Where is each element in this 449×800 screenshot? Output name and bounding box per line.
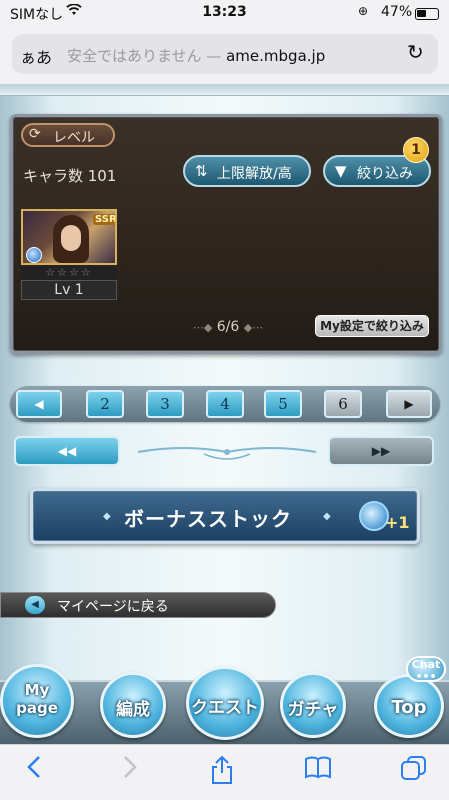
next-page-button[interactable]: ▶ [386, 390, 432, 418]
back-arrow-icon: ◀ [25, 596, 45, 614]
back-to-mypage-label: マイページに戻る [57, 599, 169, 615]
page-6-button[interactable]: 6 [324, 390, 362, 418]
limit-break-sort-button[interactable]: ⇅ 上限解放/高 [183, 155, 311, 187]
page-indicator: ⋯◆ 6/6 ◆⋯ [163, 319, 293, 335]
bonus-count: +1 [385, 513, 410, 532]
status-bar: SIMなし 13:23 ⊕ 47% [0, 0, 449, 26]
nav-top-label: Top [391, 697, 427, 718]
nav-mypage-button[interactable]: My page [0, 664, 74, 738]
game-viewport: ⟳ レベル キャラ数 101 ⇅ 上限解放/高 ▼ 絞り込み 1 SSR ☆☆☆… [0, 84, 449, 744]
uncap-stars: ☆☆☆☆ [21, 266, 117, 280]
nav-mypage-label-2: page [16, 699, 58, 717]
url-domain: ame.mbga.jp [226, 47, 326, 65]
limit-break-label: 上限解放/高 [217, 166, 292, 182]
element-icon [26, 247, 42, 263]
back-icon[interactable] [26, 755, 42, 785]
nav-quest-label: クエスト [191, 698, 259, 718]
first-page-button[interactable]: ◀◀ [14, 436, 120, 466]
battery-percent: 47% [381, 4, 413, 20]
game-nav: My page 編成 クエスト ガチャ Top Chat ••• [0, 654, 449, 744]
character-level: Lv 1 [21, 280, 117, 300]
ornament-right-icon: ◆⋯ [243, 321, 264, 334]
url-text: 安全ではありません — ame.mbga.jp [67, 45, 325, 66]
address-bar[interactable]: ぁあ 安全ではありません — ame.mbga.jp ↻ [12, 34, 438, 74]
chat-dots-icon: ••• [415, 670, 437, 683]
ornament-divider-icon [137, 447, 317, 460]
funnel-icon: ▼ [335, 162, 347, 180]
nav-top-button[interactable]: Top [374, 674, 444, 738]
my-settings-filter-button[interactable]: My設定で絞り込み [315, 315, 429, 337]
page-5-button[interactable]: 5 [264, 390, 302, 418]
bookmarks-icon[interactable] [304, 755, 332, 785]
reader-settings-button[interactable]: ぁあ [20, 44, 52, 68]
top-frame [0, 84, 449, 96]
bonus-stock-button[interactable]: ◆ ボーナスストック ◆ +1 [30, 488, 420, 544]
sort-arrows-icon: ⇅ [195, 162, 208, 180]
rotation-lock-icon: ⊕ [358, 4, 369, 18]
page-4-button[interactable]: 4 [206, 390, 244, 418]
browser-toolbar [0, 744, 449, 800]
filter-label: 絞り込み [357, 166, 413, 182]
diamond-right-icon: ◆ [323, 511, 331, 522]
nav-gacha-label: ガチャ [287, 700, 339, 720]
not-secure-warning: 安全ではありません — [67, 47, 222, 65]
nav-quest-button[interactable]: クエスト [186, 666, 264, 740]
nav-gacha-button[interactable]: ガチャ [280, 672, 346, 738]
chat-button[interactable]: Chat ••• [406, 656, 446, 683]
nav-mypage-label-1: My [24, 681, 50, 699]
nav-party-label: 編成 [116, 700, 150, 720]
character-list-panel: ⟳ レベル キャラ数 101 ⇅ 上限解放/高 ▼ 絞り込み 1 SSR ☆☆☆… [10, 114, 442, 354]
sort-level-button[interactable]: ⟳ レベル [21, 123, 115, 147]
jump-row: ◀◀ ▶▶ [14, 434, 436, 470]
bonus-stock-label: ボーナスストック [124, 507, 292, 531]
battery-icon [415, 8, 439, 20]
sort-cycle-icon: ⟳ [29, 126, 41, 142]
last-page-button[interactable]: ▶▶ [328, 436, 434, 466]
share-icon[interactable] [210, 755, 234, 791]
prev-page-button[interactable]: ◀ [16, 390, 62, 418]
rarity-badge: SSR [93, 214, 117, 225]
page-3-button[interactable]: 3 [146, 390, 184, 418]
forward-icon[interactable] [122, 755, 138, 785]
reload-icon[interactable]: ↻ [407, 40, 424, 64]
filter-count-badge: 1 [403, 137, 429, 163]
portrait-face [61, 225, 81, 251]
chara-count: キャラ数 101 [23, 167, 117, 185]
page-indicator-text: 6/6 [216, 319, 240, 335]
tabs-icon[interactable] [400, 755, 428, 787]
page-2-button[interactable]: 2 [86, 390, 124, 418]
sort-level-label: レベル [53, 130, 95, 146]
ornament-left-icon: ⋯◆ [192, 321, 213, 334]
back-to-mypage-button[interactable]: ◀ マイページに戻る [0, 592, 276, 618]
character-portrait: SSR [21, 209, 117, 265]
nav-party-button[interactable]: 編成 [100, 672, 166, 738]
pagination-bar: ◀ 2 3 4 5 6 ▶ [10, 386, 440, 422]
character-card[interactable]: SSR ☆☆☆☆ Lv 1 [21, 209, 117, 301]
browser-header: ぁあ 安全ではありません — ame.mbga.jp ↻ [0, 26, 449, 84]
